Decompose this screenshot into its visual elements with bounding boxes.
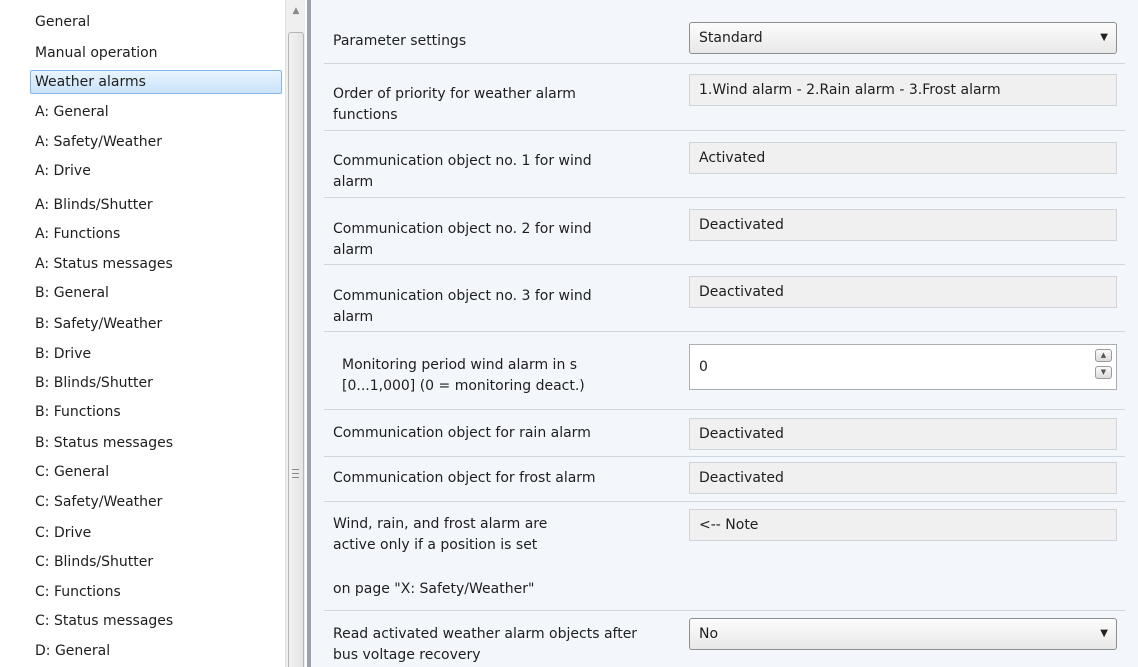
co-rain-field: Deactivated — [689, 418, 1117, 450]
nav-item-b-drive[interactable]: B: Drive — [30, 342, 282, 366]
read-after-recovery-label: Read activated weather alarm objects aft… — [333, 626, 638, 663]
parameter-page-tree: General Manual operation Weather alarms … — [0, 0, 305, 667]
parameter-settings-dropdown[interactable]: Standard ▼ — [689, 22, 1117, 54]
divider — [324, 610, 1125, 611]
co2-wind-label: Communication object no. 2 for wind alar… — [333, 221, 592, 258]
co3-wind-field: Deactivated — [689, 276, 1117, 308]
nav-item-b-safety-weather[interactable]: B: Safety/Weather — [30, 312, 282, 336]
nav-item-c-safety-weather[interactable]: C: Safety/Weather — [30, 490, 282, 514]
parameter-settings-value: Standard — [699, 30, 763, 46]
divider — [324, 63, 1125, 64]
arrow-down-icon[interactable]: ▼ — [1095, 366, 1112, 379]
nav-item-b-blinds-shutter[interactable]: B: Blinds/Shutter — [30, 371, 282, 395]
nav-item-c-functions[interactable]: C: Functions — [30, 580, 282, 604]
note-label: Wind, rain, and frost alarm are active o… — [333, 516, 548, 553]
read-after-recovery-value: No — [699, 626, 719, 642]
divider — [324, 409, 1125, 410]
grip-icon — [292, 469, 300, 481]
nav-item-weather-alarms[interactable]: Weather alarms — [30, 70, 282, 94]
parameter-settings-label: Parameter settings — [333, 33, 467, 49]
nav-item-d-general[interactable]: D: General — [30, 639, 282, 663]
nav-item-a-functions[interactable]: A: Functions — [30, 222, 282, 246]
chevron-down-icon: ▼ — [1100, 628, 1108, 639]
monitoring-period-label: Monitoring period wind alarm in s [0...1… — [342, 357, 585, 394]
nav-item-c-status-messages[interactable]: C: Status messages — [30, 609, 282, 633]
priority-order-field: 1.Wind alarm - 2.Rain alarm - 3.Frost al… — [689, 74, 1117, 106]
nav-item-c-general[interactable]: C: General — [30, 460, 282, 484]
divider — [324, 264, 1125, 265]
note-page-label: on page "X: Safety/Weather" — [333, 581, 535, 597]
nav-item-c-drive[interactable]: C: Drive — [30, 521, 282, 545]
co-frost-label: Communication object for frost alarm — [333, 470, 596, 486]
co-rain-label: Communication object for rain alarm — [333, 425, 591, 441]
priority-order-label: Order of priority for weather alarm func… — [333, 86, 576, 123]
nav-item-general[interactable]: General — [30, 10, 282, 34]
divider — [324, 456, 1125, 457]
read-after-recovery-dropdown[interactable]: No ▼ — [689, 618, 1117, 650]
divider — [324, 331, 1125, 332]
monitoring-period-value: 0 — [699, 359, 708, 375]
note-field: <-- Note — [689, 509, 1117, 541]
co-frost-field: Deactivated — [689, 462, 1117, 494]
arrow-up-icon[interactable]: ▲ — [1095, 349, 1112, 362]
nav-item-b-general[interactable]: B: General — [30, 281, 282, 305]
nav-item-a-blinds-shutter[interactable]: A: Blinds/Shutter — [30, 193, 282, 217]
co1-wind-label: Communication object no. 1 for wind alar… — [333, 153, 592, 190]
parameter-panel: Parameter settings Standard ▼ Order of p… — [311, 0, 1138, 667]
co3-wind-label: Communication object no. 3 for wind alar… — [333, 288, 592, 325]
nav-item-manual-operation[interactable]: Manual operation — [30, 41, 282, 65]
co2-wind-field: Deactivated — [689, 209, 1117, 241]
scrollbar-thumb[interactable] — [288, 32, 304, 667]
nav-item-b-functions[interactable]: B: Functions — [30, 400, 282, 424]
monitoring-period-input[interactable]: 0 ▲ ▼ — [689, 344, 1117, 390]
scroll-up-icon[interactable]: ▲ — [289, 4, 303, 18]
co1-wind-field: Activated — [689, 142, 1117, 174]
nav-item-a-drive[interactable]: A: Drive — [30, 159, 282, 183]
nav-item-a-general[interactable]: A: General — [30, 100, 282, 124]
divider — [324, 501, 1125, 502]
nav-item-b-status-messages[interactable]: B: Status messages — [30, 431, 282, 455]
divider — [324, 130, 1125, 131]
nav-item-a-safety-weather[interactable]: A: Safety/Weather — [30, 130, 282, 154]
divider — [324, 197, 1125, 198]
nav-item-c-blinds-shutter[interactable]: C: Blinds/Shutter — [30, 550, 282, 574]
nav-item-a-status-messages[interactable]: A: Status messages — [30, 252, 282, 276]
chevron-down-icon: ▼ — [1100, 32, 1108, 43]
sidebar-scrollbar[interactable]: ▲ — [285, 0, 305, 667]
